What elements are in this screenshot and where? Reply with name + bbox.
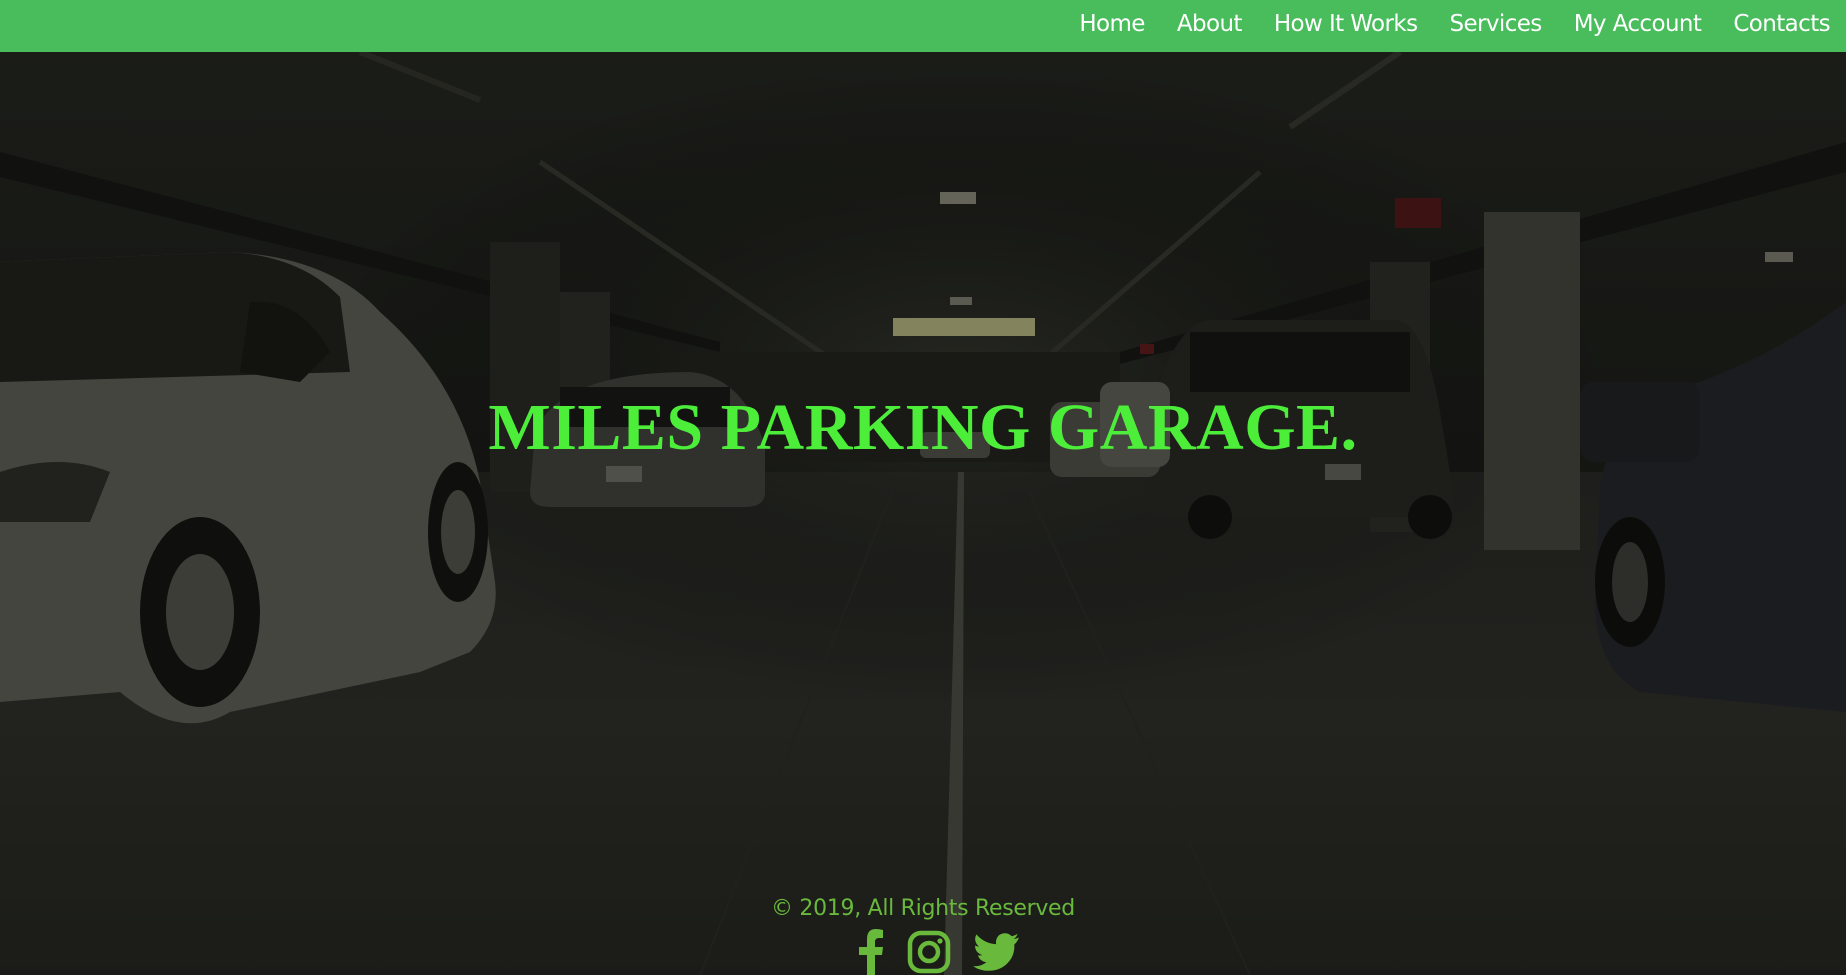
page: Home About How It Works Services My Acco… [0,0,1846,975]
instagram-icon[interactable] [907,930,951,974]
nav-link-how-it-works[interactable]: How It Works [1274,11,1418,37]
nav-item-home: Home [1079,11,1145,37]
social-links [30,929,1846,975]
top-navbar: Home About How It Works Services My Acco… [0,0,1846,52]
hero-background-image [0,52,1846,975]
nav-item-services: Services [1450,11,1543,37]
nav-link-about[interactable]: About [1177,11,1243,37]
nav-menu: Home About How It Works Services My Acco… [1079,0,1830,48]
nav-item-contacts: Contacts [1733,11,1830,37]
nav-link-my-account[interactable]: My Account [1574,11,1702,37]
nav-item-my-account: My Account [1574,11,1702,37]
nav-link-home[interactable]: Home [1079,11,1145,37]
twitter-icon[interactable] [973,933,1019,971]
nav-item-how-it-works: How It Works [1274,11,1418,37]
nav-item-about: About [1177,11,1243,37]
nav-link-services[interactable]: Services [1450,11,1543,37]
copyright-text: © 2019, All Rights Reserved [771,896,1075,921]
facebook-icon[interactable] [857,929,885,975]
nav-link-contacts[interactable]: Contacts [1733,11,1830,37]
footer: © 2019, All Rights Reserved [0,896,1846,975]
hero-title: MILES PARKING GARAGE. [488,391,1358,464]
